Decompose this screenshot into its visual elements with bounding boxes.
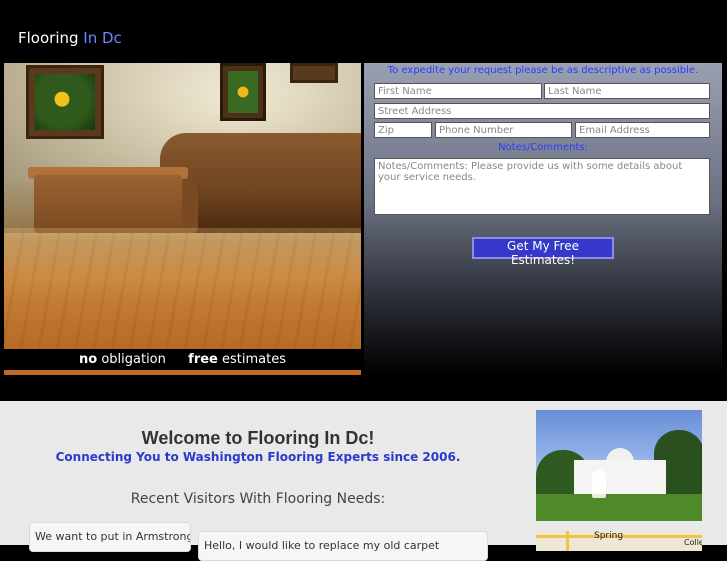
map-label-colle: Colle xyxy=(684,538,702,547)
tagline: Connecting You to Washington Flooring Ex… xyxy=(55,450,461,464)
hero-caption: no obligation free estimates xyxy=(4,349,361,371)
visitor-card: Hello, I would like to replace my old ca… xyxy=(198,531,488,561)
brand-main: Flooring xyxy=(18,29,79,47)
hero-bottom-strip xyxy=(4,370,361,375)
wall-painting-center xyxy=(220,63,266,121)
coffee-table xyxy=(34,175,182,233)
brand-accent: In Dc xyxy=(83,29,122,47)
phone-number-field[interactable] xyxy=(435,122,572,138)
caption-no: no xyxy=(79,352,98,367)
welcome-title: Welcome to Flooring In Dc! xyxy=(141,428,375,448)
last-name-field[interactable] xyxy=(544,83,710,99)
street-address-field[interactable] xyxy=(374,103,710,119)
site-brand[interactable]: Flooring In Dc xyxy=(18,29,122,47)
caption-estimates: estimates xyxy=(222,352,286,367)
living-room-floor-photo xyxy=(4,63,361,349)
get-estimates-button[interactable]: Get My Free Estimates! xyxy=(472,237,614,267)
caption-free: free xyxy=(188,352,218,367)
wall-painting-left xyxy=(26,65,104,139)
white-house-photo xyxy=(536,410,702,521)
visitors-heading: Recent Visitors With Flooring Needs: xyxy=(130,491,386,507)
area-map[interactable]: Spring Colle xyxy=(536,531,702,551)
map-label-spring: Spring xyxy=(594,531,624,541)
caption-obligation: obligation xyxy=(101,352,166,367)
first-name-field[interactable] xyxy=(374,83,542,99)
zip-field[interactable] xyxy=(374,122,432,138)
form-intro: To expedite your request please be as de… xyxy=(387,65,699,76)
estimate-form: To expedite your request please be as de… xyxy=(364,63,722,375)
visitor-card: We want to put in Armstrong xyxy=(29,522,191,552)
wall-painting-right xyxy=(290,63,338,83)
email-address-field[interactable] xyxy=(575,122,710,138)
notes-textarea[interactable] xyxy=(374,158,710,215)
hero-banner: no obligation free estimates xyxy=(4,63,361,375)
hardwood-floor xyxy=(4,228,361,349)
content-section: Welcome to Flooring In Dc! Connecting Yo… xyxy=(0,401,727,561)
notes-label: Notes/Comments: xyxy=(498,142,588,153)
